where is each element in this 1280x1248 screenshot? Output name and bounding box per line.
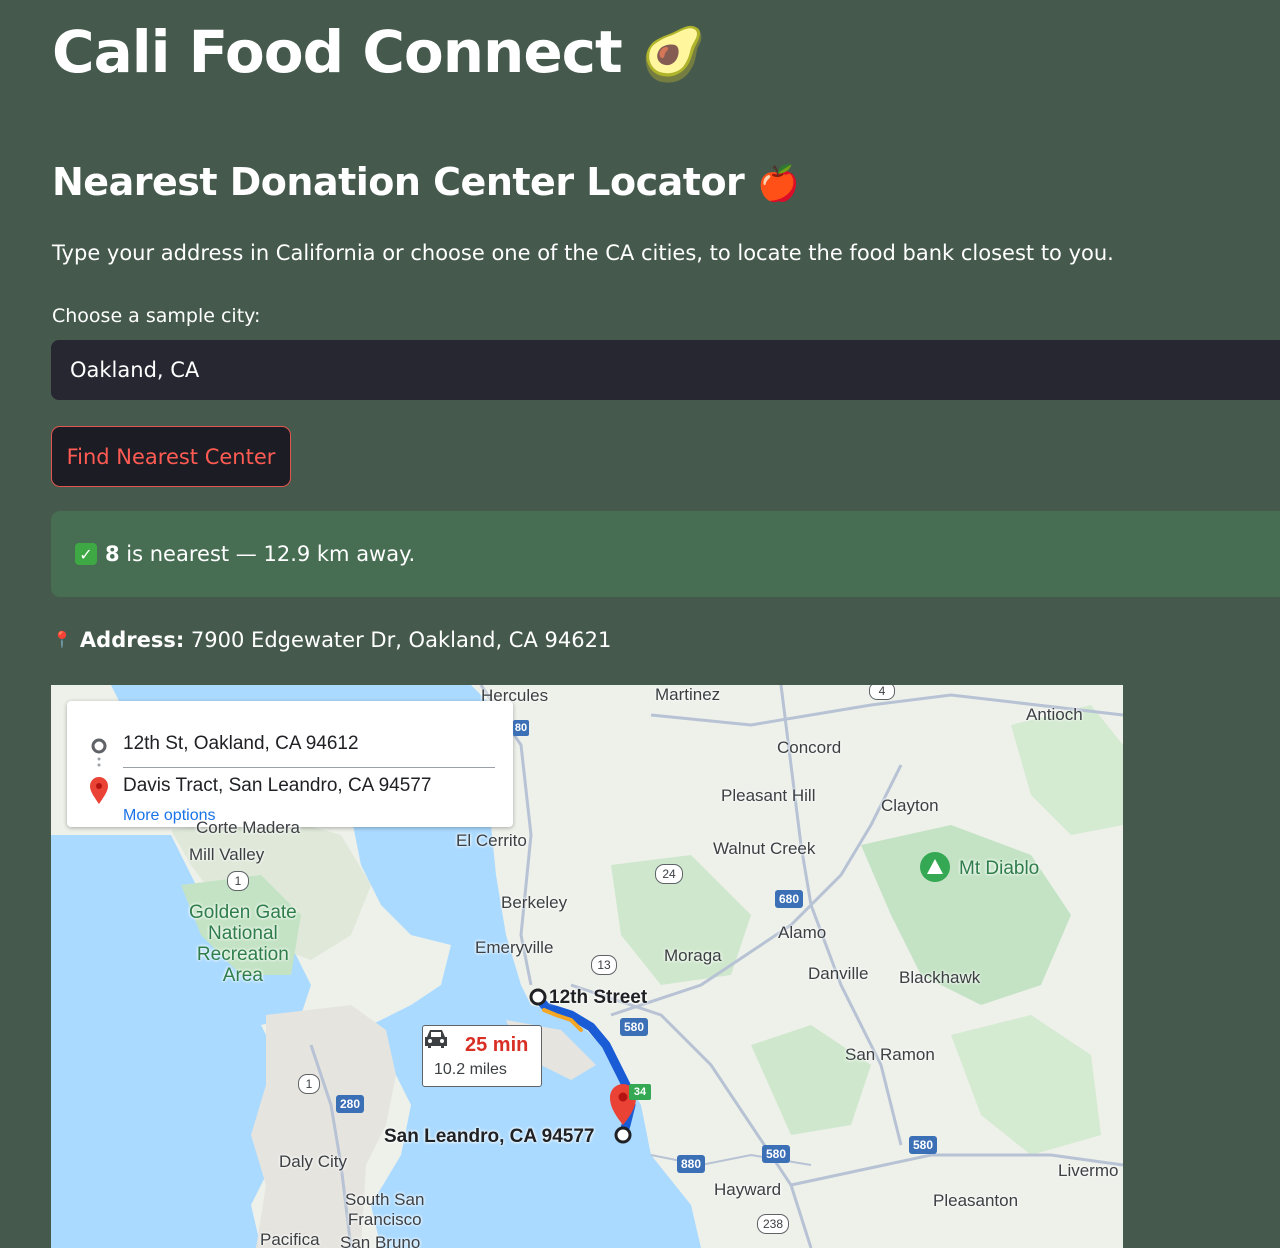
shield-i580c: 580 — [909, 1136, 937, 1154]
apple-icon: 🍎 — [757, 164, 800, 204]
pin-icon: 📍 — [52, 630, 72, 649]
car-icon — [425, 1030, 447, 1048]
shield-i80: 80 — [513, 720, 529, 736]
map-label-martinez: Martinez — [655, 685, 721, 704]
map-label-mt-diablo: Mt Diablo — [959, 858, 1040, 879]
subtitle-text: Nearest Donation Center Locator — [52, 160, 745, 204]
address-label: Address: — [79, 628, 185, 652]
map-label-san-ramon: San Ramon — [845, 1045, 935, 1064]
result-alert: ✓ 8 is nearest — 12.9 km away. — [51, 511, 1280, 597]
map-label-hayward: Hayward — [714, 1180, 782, 1199]
address-value: 7900 Edgewater Dr, Oakland, CA 94621 — [184, 628, 612, 652]
map-label-hercules: Hercules — [481, 686, 549, 705]
map-label-blackhawk: Blackhawk — [899, 968, 981, 987]
shield-r238: 238 — [757, 1214, 789, 1234]
address-line: 📍 Address: 7900 Edgewater Dr, Oakland, C… — [52, 625, 611, 655]
map-label-south-sf: South San Francisco — [345, 1190, 425, 1229]
city-select-label: Choose a sample city: — [52, 305, 261, 327]
shield-i580a: 580 — [620, 1018, 648, 1036]
map-label-clayton: Clayton — [881, 796, 939, 815]
map-label-golden-gate: Golden Gate National Recreation Area — [189, 902, 297, 986]
shield-r1a: 1 — [227, 871, 249, 891]
shield-r13: 13 — [591, 955, 617, 975]
app-title-text: Cali Food Connect — [52, 18, 623, 86]
directions-divider — [123, 767, 495, 768]
shield-i880: 880 — [677, 1155, 705, 1173]
map-label-emeryville: Emeryville — [475, 938, 554, 957]
destination-address: Davis Tract, San Leandro, CA 94577 — [123, 775, 432, 796]
route-duration: 25 min — [465, 1034, 529, 1056]
shield-i680a: 680 — [775, 890, 803, 908]
map-label-corte-madera: Corte Madera — [196, 818, 300, 837]
origin-address: 12th St, Oakland, CA 94612 — [123, 733, 359, 754]
map-label-danville: Danville — [808, 964, 869, 983]
result-message: is nearest — 12.9 km away. — [119, 542, 416, 566]
map-label-antioch: Antioch — [1026, 705, 1083, 724]
check-icon: ✓ — [75, 543, 97, 565]
map-label-san-leandro: San Leandro, CA 94577 — [384, 1126, 595, 1147]
route-distance: 10.2 miles — [434, 1061, 507, 1078]
app-title: Cali Food Connect 🥑 — [52, 14, 706, 93]
map-label-alamo: Alamo — [778, 923, 827, 942]
description-text: Type your address in California or choos… — [52, 241, 1114, 265]
map-label-pacifica: Pacifica — [260, 1230, 320, 1248]
map-label-daly-city: Daly City — [279, 1152, 348, 1171]
map-label-moraga: Moraga — [664, 946, 722, 965]
map-label-livermore: Livermo — [1058, 1161, 1119, 1180]
map-label-pleasant-hill: Pleasant Hill — [721, 786, 816, 805]
shield-i280: 280 — [336, 1095, 364, 1113]
shield-i580b: 580 — [762, 1145, 790, 1163]
map-label-el-cerrito: El Cerrito — [456, 831, 527, 850]
shield-r1b: 1 — [298, 1074, 320, 1094]
city-select-value: Oakland, CA — [70, 358, 200, 382]
shield-r24: 24 — [655, 864, 683, 884]
city-select[interactable]: Oakland, CA — [51, 340, 1280, 400]
center-id: 8 — [105, 542, 120, 566]
map-label-concord: Concord — [777, 738, 842, 757]
find-nearest-center-button[interactable]: Find Nearest Center — [51, 426, 291, 487]
shield-r34: 34 — [629, 1084, 651, 1100]
map-label-12th-street: 12th Street — [549, 987, 648, 1008]
page-subtitle: Nearest Donation Center Locator 🍎 — [52, 156, 800, 210]
map-label-berkeley: Berkeley — [501, 893, 568, 912]
directions-panel: 12th St, Oakland, CA 94612 Davis Tract, … — [67, 701, 513, 827]
map-label-walnut-creek: Walnut Creek — [713, 839, 816, 858]
route-map[interactable]: 12th St, Oakland, CA 94612 Davis Tract, … — [51, 685, 1123, 1248]
route-icon — [90, 738, 108, 804]
shield-r4: 4 — [869, 685, 895, 700]
avocado-icon: 🥑 — [640, 25, 706, 85]
map-label-san-bruno: San Bruno — [340, 1233, 421, 1248]
map-label-mill-valley: Mill Valley — [189, 845, 265, 864]
route-info-box[interactable]: 25 min 10.2 miles — [422, 1025, 542, 1087]
map-label-pleasanton: Pleasanton — [933, 1191, 1019, 1210]
